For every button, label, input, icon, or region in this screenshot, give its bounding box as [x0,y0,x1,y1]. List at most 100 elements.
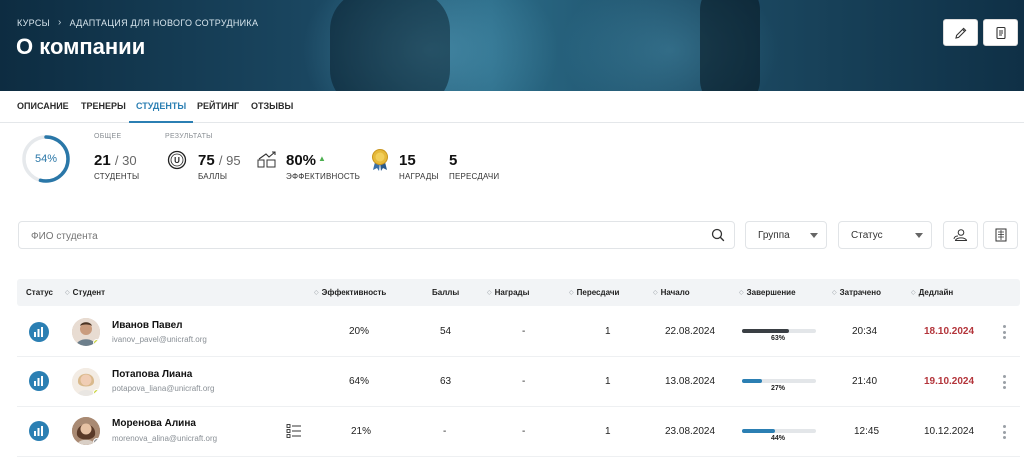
student-name[interactable]: Моренова Алина [112,418,196,429]
completion-percent: 63% [771,335,786,342]
presence-dot [93,389,100,396]
start-cell: 23.08.2024 [665,426,716,437]
header-awards[interactable]: ◇ Награды [487,279,529,306]
course-banner: КУРСЫ › АДАПТАЦИЯ ДЛЯ НОВОГО СОТРУДНИКА … [0,0,1024,91]
row-menu-icon[interactable] [1001,325,1007,339]
header-completion[interactable]: ◇ Завершение [739,279,796,306]
users-icon [953,229,967,241]
sort-icon: ◇ [739,290,744,296]
overall-caption: ОБЩЕЕ [94,133,122,140]
deadline-cell: 18.10.2024 [924,326,975,337]
document-button[interactable] [983,19,1018,46]
completion-percent: 44% [771,435,786,442]
start-cell: 22.08.2024 [665,326,716,337]
status-select[interactable]: Статус [838,221,932,249]
start-cell: 13.08.2024 [665,376,716,387]
page-title: О компании [16,34,146,59]
avatar[interactable] [72,368,100,396]
student-search [18,221,735,249]
results-caption: РЕЗУЛЬТАТЫ [165,133,213,140]
header-points[interactable]: Баллы [432,279,459,306]
sort-icon: ◇ [653,290,658,296]
points-label: БАЛЛЫ [198,172,228,181]
header-start[interactable]: ◇ Начало [653,279,690,306]
avatar[interactable] [72,318,100,346]
completion-bar-fill [742,429,775,433]
sort-icon: ◇ [65,290,70,296]
tab-students[interactable]: СТУДЕНТЫ [129,91,194,123]
chevron-right-icon: › [57,17,62,28]
breadcrumb-courses[interactable]: КУРСЫ [17,18,50,28]
task-list-icon[interactable] [286,423,302,439]
points-value: 75 / 95 [198,152,241,169]
table-header: Статус ◇ Студент ◇ Эффективность Баллы ◇ На… [17,279,1020,306]
students-label: СТУДЕНТЫ [94,172,140,181]
student-email: ivanov_pavel@unicraft.org [112,335,207,344]
presence-dot [93,339,100,346]
students-value: 21 / 30 [94,152,137,169]
tab-trainers[interactable]: ТРЕНЕРЫ [81,91,126,123]
group-select-label: Группа [758,230,790,241]
student-name[interactable]: Потапова Лиана [112,369,192,380]
header-spent[interactable]: ◇ Затрачено [832,279,881,306]
retakes-cell: 1 [605,376,611,387]
row-menu-icon[interactable] [1001,375,1007,389]
course-tabs: ОПИСАНИЕ ТРЕНЕРЫ СТУДЕНТЫ РЕЙТИНГ ОТЗЫВЫ [0,91,1024,123]
sort-icon: ◇ [487,290,492,296]
awards-label: НАГРАДЫ [399,172,439,181]
efficiency-cell: 20% [349,326,370,337]
svg-text:U: U [174,156,180,165]
header-retakes[interactable]: ◇ Пересдачи [569,279,619,306]
points-cell: 54 [440,326,452,337]
student-search-input[interactable] [31,228,681,244]
progress-ring-label: 54% [34,153,58,165]
tab-rating[interactable]: РЕЙТИНГ [197,91,239,123]
header-efficiency[interactable]: ◇ Эффективность [314,279,386,306]
spent-cell: 21:40 [852,376,878,387]
retakes-label: ПЕРЕСДАЧИ [449,172,500,181]
row-menu-icon[interactable] [1001,425,1007,439]
table-row[interactable]: Иванов Павел ivanov_pavel@unicraft.org 2… [17,307,1020,357]
search-icon[interactable] [711,228,725,242]
awards-cell: - [522,376,526,387]
header-status: Статус [26,288,53,297]
edit-button[interactable] [943,19,978,46]
table-row[interactable]: Моренова Алина morenova_alina@unicraft.o… [17,407,1020,457]
student-email: morenova_alina@unicraft.org [112,434,218,443]
header-deadline[interactable]: ◇ Дедлайн [911,279,953,306]
spent-cell: 20:34 [852,326,878,337]
retakes-cell: 1 [605,426,611,437]
breadcrumb: КУРСЫ › АДАПТАЦИЯ ДЛЯ НОВОГО СОТРУДНИКА [17,17,258,28]
awards-cell: - [522,326,526,337]
trend-up-icon: ▲ [318,154,326,163]
spent-cell: 12:45 [854,426,880,437]
export-sheet-icon [995,228,1006,242]
student-name[interactable]: Иванов Павел [112,320,183,331]
completion-bar [742,379,816,383]
sort-icon: ◇ [911,290,916,296]
breadcrumb-course[interactable]: АДАПТАЦИЯ ДЛЯ НОВОГО СОТРУДНИКА [70,18,259,28]
efficiency-label: ЭФФЕКТИВНОСТЬ [286,172,361,181]
group-select[interactable]: Группа [745,221,827,249]
export-button[interactable] [983,221,1018,249]
table-row[interactable]: Потапова Лиана potapova_liana@unicraft.o… [17,357,1020,407]
status-course-icon [29,371,49,391]
tab-reviews[interactable]: ОТЗЫВЫ [251,91,293,123]
completion-bar [742,329,816,333]
awards-cell: - [522,426,526,437]
completion-bar-fill [742,379,762,383]
student-email: potapova_liana@unicraft.org [112,384,215,393]
sort-icon: ◇ [832,290,837,296]
document-icon [995,26,1006,39]
tab-description[interactable]: ОПИСАНИЕ [17,91,69,123]
efficiency-chart-icon [257,151,276,168]
add-student-button[interactable] [943,221,978,249]
header-student[interactable]: ◇ Студент [65,279,105,306]
points-cell: 63 [440,376,452,387]
avatar[interactable] [72,417,100,445]
efficiency-cell: 64% [349,376,370,387]
sort-icon: ◇ [569,290,574,296]
caret-down-icon [810,233,818,238]
deadline-cell: 10.12.2024 [924,426,975,437]
retakes-value: 5 [449,152,458,169]
